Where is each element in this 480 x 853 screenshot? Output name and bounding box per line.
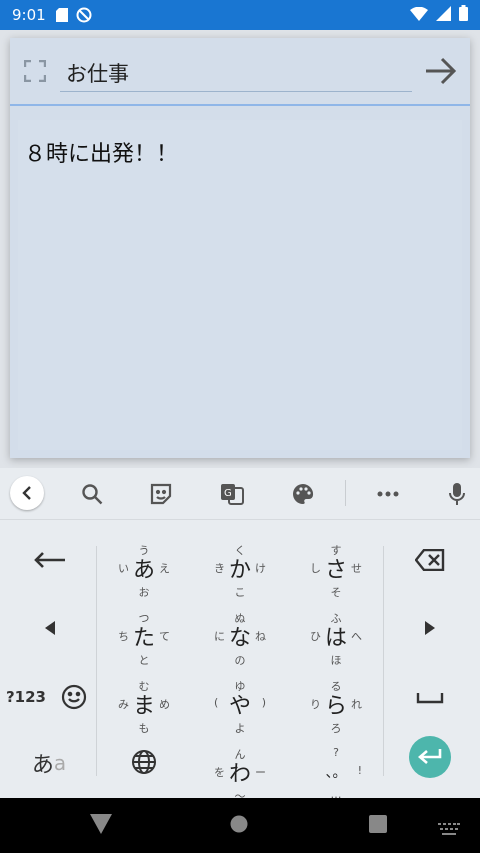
kana-key-na[interactable]: ぬ に な ね の [192, 602, 288, 670]
fullscreen-icon[interactable] [23, 59, 47, 83]
back-chevron-icon[interactable] [10, 476, 44, 510]
keyboard-switch-icon[interactable] [438, 820, 460, 839]
mic-icon[interactable] [441, 478, 473, 510]
status-bar: 9:01 [0, 0, 480, 30]
cursor-right-icon[interactable] [418, 616, 442, 640]
flick-down: と [138, 654, 150, 667]
kana-main: や [228, 694, 251, 719]
more-icon[interactable] [372, 478, 404, 510]
flick-up: ? [333, 746, 339, 759]
flick-right: ー [255, 766, 266, 779]
kana-key-ha[interactable]: ふ ひ は へ ほ [288, 602, 384, 670]
flick-down: ろ [330, 722, 342, 735]
sticker-icon[interactable] [145, 478, 177, 510]
memo-dialog: お仕事 ８時に出発！！ [10, 38, 470, 458]
send-arrow-icon[interactable] [424, 56, 458, 86]
sd-card-icon [55, 8, 68, 22]
kana-main: あ [132, 558, 155, 583]
kana-key-wa[interactable]: ん を わ ー 〜 [192, 738, 288, 806]
kana-main: 、。 [325, 765, 347, 781]
flick-right: え [159, 562, 170, 575]
kana-main: わ [228, 762, 251, 787]
flick-down: ほ [330, 654, 342, 667]
cursor-left-icon[interactable] [38, 616, 62, 640]
nav-back-icon[interactable] [90, 814, 112, 838]
flick-right: て [159, 630, 170, 643]
memo-body-input[interactable]: ８時に出発！！ [18, 120, 462, 450]
kana-main: た [132, 626, 155, 651]
flick-down: そ [330, 586, 342, 599]
no-disturb-icon [76, 7, 92, 23]
punctuation-key[interactable]: ? 、。 ! … [288, 738, 384, 806]
flick-down: こ [234, 586, 246, 599]
kana-key-ma[interactable]: む み ま め も [96, 670, 192, 738]
flick-right: ! [357, 764, 362, 777]
flick-down: よ [234, 722, 246, 735]
undo-arrow-icon[interactable] [28, 544, 72, 574]
keyboard-toolbar: G [0, 468, 480, 520]
flick-right: け [255, 562, 266, 575]
kana-key-ya[interactable]: ゆ ( や ) よ [192, 670, 288, 738]
kana-key-ka[interactable]: く き か け こ [192, 534, 288, 602]
kana-main: か [228, 558, 251, 583]
nav-home-icon[interactable] [230, 815, 248, 837]
wifi-icon [410, 6, 428, 25]
flick-down: お [138, 586, 150, 599]
kana-key-sa[interactable]: す し さ せ そ [288, 534, 384, 602]
title-divider [10, 104, 470, 106]
space-key-icon[interactable] [414, 688, 446, 708]
kana-main: は [324, 626, 347, 651]
kana-main: ま [132, 694, 155, 719]
kana-main: ら [324, 694, 347, 719]
search-icon[interactable] [76, 478, 108, 510]
kana-toggle-main: あ [31, 753, 54, 778]
globe-icon[interactable] [130, 748, 158, 776]
flick-right: ) [261, 696, 266, 709]
backspace-icon[interactable] [414, 548, 446, 572]
kana-toggle-key[interactable]: あa [26, 748, 72, 778]
flick-down: も [138, 722, 150, 735]
svg-text:G: G [224, 488, 232, 499]
flick-right: へ [351, 630, 362, 643]
palette-icon[interactable] [287, 478, 319, 510]
emoji-icon[interactable] [60, 683, 88, 711]
flick-right: れ [351, 698, 362, 711]
kana-main: な [228, 626, 251, 651]
num-switch-key[interactable]: ?123 [4, 682, 48, 712]
kana-toggle-sub: a [53, 751, 67, 775]
flick-down: の [234, 654, 246, 667]
kana-key-a[interactable]: う い あ え お [96, 534, 192, 602]
kana-key-ta[interactable]: つ ち た て と [96, 602, 192, 670]
kana-main: さ [324, 558, 347, 583]
enter-button[interactable] [409, 736, 451, 778]
kana-key-ra[interactable]: る り ら れ ろ [288, 670, 384, 738]
translate-icon[interactable]: G [216, 478, 248, 510]
keyboard-keys: ?123 あa う い あ え お く き か け こ す し さ せ そ つ … [0, 520, 480, 803]
signal-icon [436, 5, 451, 25]
toolbar-separator [345, 480, 346, 506]
flick-right: ね [255, 630, 266, 643]
flick-right: せ [351, 562, 362, 575]
nav-recents-icon[interactable] [369, 815, 387, 837]
flick-right: め [159, 698, 170, 711]
title-input[interactable]: お仕事 [60, 50, 412, 92]
navigation-bar [0, 798, 480, 853]
battery-icon [459, 5, 468, 25]
ime-keyboard: G ?123 あa う い あ え お く き か け こ す し さ せ そ … [0, 468, 480, 803]
status-time: 9:01 [12, 6, 46, 24]
